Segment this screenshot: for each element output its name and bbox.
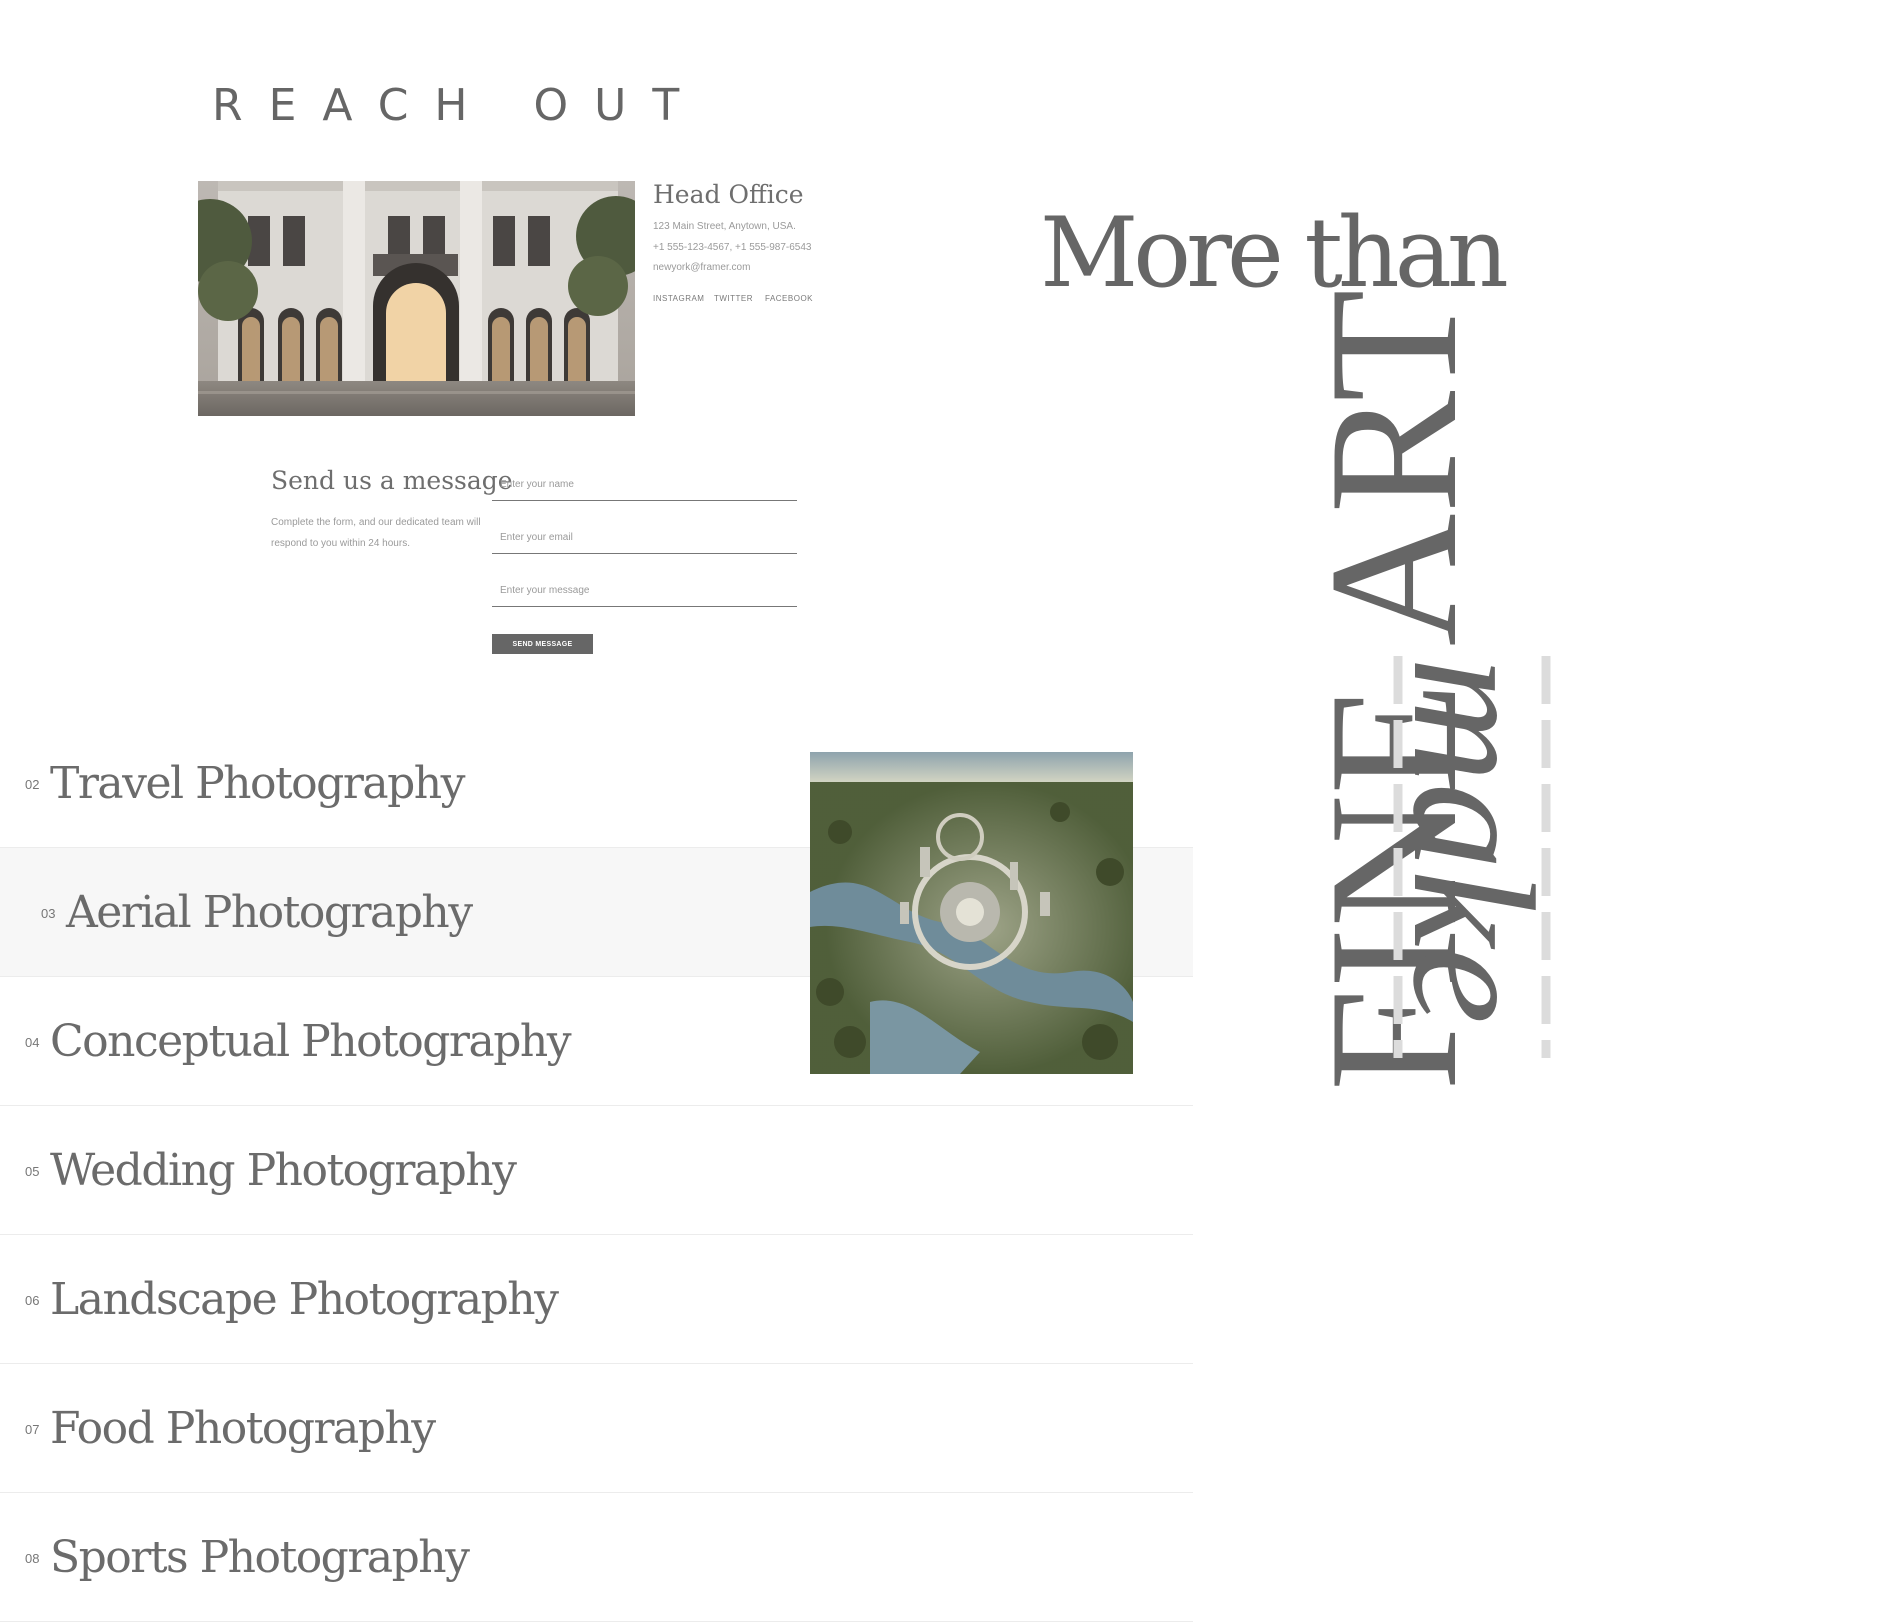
aerial-preview-image	[810, 752, 1133, 1074]
service-number: 05	[25, 1164, 40, 1179]
service-row-sports[interactable]: 08 Sports Photography	[0, 1493, 1193, 1622]
service-name: Travel Photography	[50, 758, 465, 809]
hero-line-make: make	[1377, 657, 1570, 1025]
service-name: Landscape Photography	[50, 1274, 559, 1325]
service-number: 07	[25, 1422, 40, 1437]
service-name: Food Photography	[50, 1403, 436, 1454]
service-row-wedding[interactable]: 05 Wedding Photography	[0, 1106, 1193, 1235]
service-row-landscape[interactable]: 06 Landscape Photography	[0, 1235, 1193, 1364]
email-input[interactable]	[492, 532, 805, 543]
email-field	[492, 527, 805, 554]
office-title: Head Office	[653, 180, 804, 209]
service-name: Aerial Photography	[66, 887, 473, 938]
contact-heading: REACH OUT	[212, 80, 706, 131]
name-input[interactable]	[492, 479, 805, 490]
message-form-title: Send us a message	[271, 466, 513, 495]
service-name: Conceptual Photography	[50, 1016, 572, 1067]
service-number: 04	[25, 1035, 40, 1050]
service-number: 03	[41, 906, 56, 921]
office-email[interactable]: newyork@framer.com	[653, 262, 750, 273]
service-name: Wedding Photography	[50, 1145, 517, 1196]
facebook-link[interactable]: FACEBOOK	[765, 294, 813, 303]
service-number: 08	[25, 1551, 40, 1566]
service-name: Sports Photography	[50, 1532, 470, 1583]
service-number: 06	[25, 1293, 40, 1308]
service-number: 02	[25, 777, 40, 792]
send-message-button[interactable]: SEND MESSAGE	[492, 634, 593, 654]
twitter-link[interactable]: TWITTER	[714, 294, 753, 303]
office-building-image	[198, 181, 635, 416]
message-field	[492, 580, 805, 607]
name-field	[492, 474, 805, 501]
office-phones: +1 555-123-4567, +1 555-987-6543	[653, 242, 812, 253]
service-row-food[interactable]: 07 Food Photography	[0, 1364, 1193, 1493]
office-address: 123 Main Street, Anytown, USA.	[653, 221, 796, 232]
hero-line-more-than: More than	[1040, 197, 1509, 309]
instagram-link[interactable]: INSTAGRAM	[653, 294, 704, 303]
hero-make-block: make	[1377, 656, 1570, 1058]
message-form-description: Complete the form, and our dedicated tea…	[271, 517, 481, 549]
message-input[interactable]	[492, 585, 805, 596]
